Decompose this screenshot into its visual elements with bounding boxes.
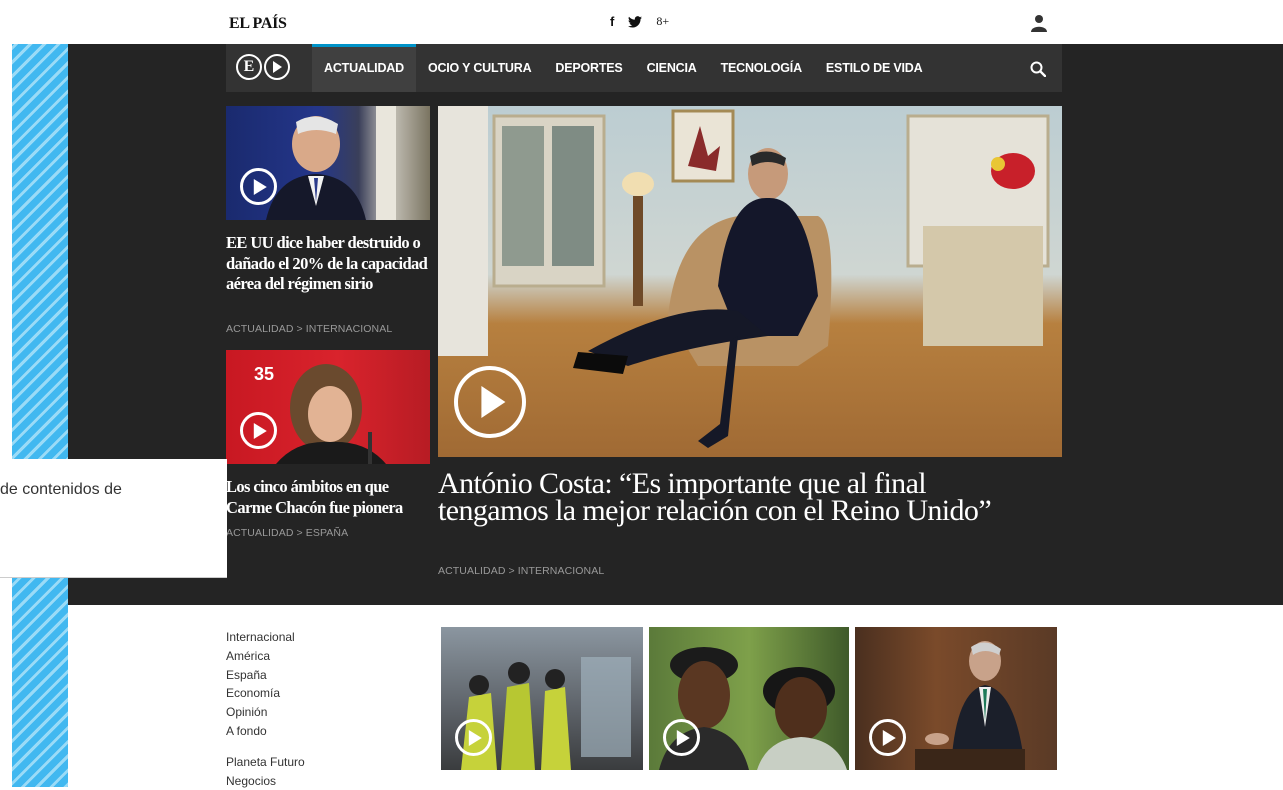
story-headline[interactable]: Los cinco ámbitos en que Carme Chacón fu… xyxy=(226,477,436,518)
nav-item-ocio-y-cultura[interactable]: OCIO Y CULTURA xyxy=(416,44,543,92)
section-link[interactable]: Negocios xyxy=(226,772,305,790)
hero-image[interactable] xyxy=(438,106,1062,457)
section-link[interactable]: Internacional xyxy=(226,628,305,647)
social-links: f 8+ xyxy=(610,14,669,29)
play-icon[interactable] xyxy=(454,366,526,438)
side-stripe xyxy=(12,8,68,787)
main-headline[interactable]: António Costa: “Es importante que al fin… xyxy=(438,469,1038,526)
section-link[interactable]: Planeta Futuro xyxy=(226,753,305,772)
section-link[interactable]: Economía xyxy=(226,684,305,703)
main-nav: E ACTUALIDAD OCIO Y CULTURA DEPORTES CIE… xyxy=(226,44,1062,92)
story-headline[interactable]: EE UU dice haber destruido o dañado el 2… xyxy=(226,233,436,295)
nav-item-estilo-de-vida[interactable]: ESTILO DE VIDA xyxy=(814,44,935,92)
google-plus-icon[interactable]: 8+ xyxy=(656,14,669,29)
section-link[interactable]: A fondo xyxy=(226,722,305,741)
overlay-text: de contenidos de xyxy=(0,481,122,498)
story-thumbnail[interactable]: 35 xyxy=(226,350,430,464)
nav-item-deportes[interactable]: DEPORTES xyxy=(543,44,634,92)
nav-items: ACTUALIDAD OCIO Y CULTURA DEPORTES CIENC… xyxy=(312,44,934,92)
play-icon[interactable] xyxy=(869,719,906,756)
story-kicker[interactable]: ACTUALIDAD > ESPAÑA xyxy=(226,527,348,539)
main-kicker[interactable]: ACTUALIDAD > INTERNACIONAL xyxy=(438,565,604,577)
facebook-icon[interactable]: f xyxy=(610,14,614,29)
play-icon[interactable] xyxy=(455,719,492,756)
play-icon[interactable] xyxy=(240,412,277,449)
user-icon[interactable] xyxy=(1031,14,1047,32)
twitter-icon[interactable] xyxy=(628,16,643,28)
ep-logo-letter: E xyxy=(236,54,262,80)
section-link[interactable]: América xyxy=(226,647,305,666)
play-icon[interactable] xyxy=(240,168,277,205)
site-logo[interactable]: EL PAÍS xyxy=(229,15,287,33)
story-kicker[interactable]: ACTUALIDAD > INTERNACIONAL xyxy=(226,323,392,335)
svg-text:35: 35 xyxy=(254,364,274,384)
section-links: Internacional América España Economía Op… xyxy=(226,628,305,790)
video-thumbnail[interactable] xyxy=(441,627,643,770)
video-thumbnail[interactable] xyxy=(649,627,849,770)
play-icon[interactable] xyxy=(663,719,700,756)
top-header: EL PAÍS f 8+ xyxy=(0,0,1283,44)
video-thumbnail[interactable] xyxy=(855,627,1057,770)
section-link[interactable]: España xyxy=(226,666,305,685)
play-logo-icon xyxy=(264,54,290,80)
story-thumbnail[interactable] xyxy=(226,106,430,220)
content-overlay-panel: de contenidos de xyxy=(0,459,227,578)
search-icon[interactable] xyxy=(1030,61,1046,77)
nav-item-actualidad[interactable]: ACTUALIDAD xyxy=(312,44,416,92)
ep-logo[interactable]: E xyxy=(236,54,290,80)
interview-photo xyxy=(438,106,1050,448)
section-link[interactable]: Opinión xyxy=(226,703,305,722)
nav-item-tecnologia[interactable]: TECNOLOGÍA xyxy=(709,44,814,92)
nav-item-ciencia[interactable]: CIENCIA xyxy=(635,44,709,92)
